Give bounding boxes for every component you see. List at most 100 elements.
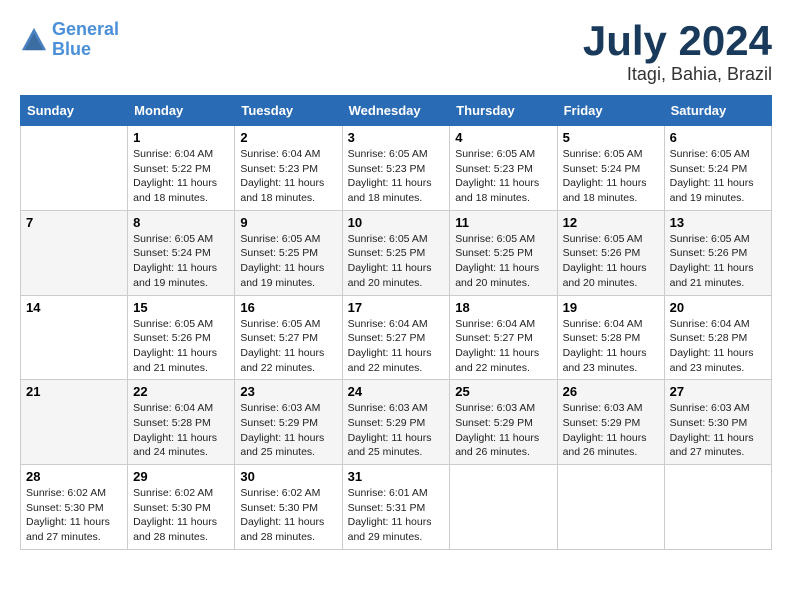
week-row-3: 14 15 Sunrise: 6:05 AMSunset: 5:26 PMDayli… [21,295,772,380]
calendar-cell [557,465,664,550]
header-wednesday: Wednesday [342,96,450,126]
day-number: 17 [348,300,445,315]
calendar-cell: 12 Sunrise: 6:05 AMSunset: 5:26 PMDayligh… [557,210,664,295]
day-number: 24 [348,384,445,399]
day-info: Sunrise: 6:02 AMSunset: 5:30 PMDaylight:… [240,486,336,545]
day-info: Sunrise: 6:05 AMSunset: 5:23 PMDaylight:… [348,147,445,206]
day-number: 21 [26,384,122,399]
calendar-cell: 22 Sunrise: 6:04 AMSunset: 5:28 PMDayligh… [128,380,235,465]
day-number: 14 [26,300,122,315]
calendar-cell: 29Sunrise: 6:02 AMSunset: 5:30 PMDayligh… [128,465,235,550]
header-sunday: Sunday [21,96,128,126]
day-number: 9 [240,215,336,230]
day-number: 7 [26,215,122,230]
day-number: 10 [348,215,445,230]
month-title: July 2024 [583,20,772,62]
calendar-cell [21,126,128,211]
day-number: 6 [670,130,766,145]
title-area: July 2024 Itagi, Bahia, Brazil [583,20,772,85]
day-info: Sunrise: 6:05 AMSunset: 5:24 PMDaylight:… [670,147,766,206]
day-info: Sunrise: 6:03 AMSunset: 5:29 PMDaylight:… [455,401,551,460]
calendar-cell: 18Sunrise: 6:04 AMSunset: 5:27 PMDayligh… [450,295,557,380]
day-info: Sunrise: 6:05 AMSunset: 5:25 PMDaylight:… [455,232,551,291]
calendar-cell: 20 Sunrise: 6:04 AMSunset: 5:28 PMDayligh… [664,295,771,380]
calendar-cell: 26Sunrise: 6:03 AMSunset: 5:29 PMDayligh… [557,380,664,465]
calendar-cell: 28 Sunrise: 6:02 AMSunset: 5:30 PMDayligh… [21,465,128,550]
day-info: Sunrise: 6:05 AMSunset: 5:25 PMDaylight:… [240,232,336,291]
day-info: Sunrise: 6:01 AMSunset: 5:31 PMDaylight:… [348,486,445,545]
day-number: 5 [563,130,659,145]
day-info: Sunrise: 6:03 AMSunset: 5:29 PMDaylight:… [348,401,445,460]
day-info: Sunrise: 6:04 AMSunset: 5:27 PMDaylight:… [455,317,551,376]
calendar-cell: 14 [21,295,128,380]
day-info: Sunrise: 6:04 AMSunset: 5:23 PMDaylight:… [240,147,336,206]
calendar-cell: 31 Sunrise: 6:01 AMSunset: 5:31 PMDayligh… [342,465,450,550]
calendar-cell: 23Sunrise: 6:03 AMSunset: 5:29 PMDayligh… [235,380,342,465]
day-number: 28 [26,469,122,484]
day-info: Sunrise: 6:04 AMSunset: 5:27 PMDaylight:… [348,317,445,376]
day-number: 1 [133,130,229,145]
page-header: General Blue July 2024 Itagi, Bahia, Bra… [20,20,772,85]
day-number: 23 [240,384,336,399]
calendar-cell: 17 Sunrise: 6:04 AMSunset: 5:27 PMDayligh… [342,295,450,380]
calendar-cell: 11 Sunrise: 6:05 AMSunset: 5:25 PMDayligh… [450,210,557,295]
day-number: 12 [563,215,659,230]
calendar-cell: 3 Sunrise: 6:05 AMSunset: 5:23 PMDaylight… [342,126,450,211]
day-info: Sunrise: 6:04 AMSunset: 5:28 PMDaylight:… [133,401,229,460]
calendar-cell: 1 Sunrise: 6:04 AMSunset: 5:22 PMDaylight… [128,126,235,211]
calendar-cell: 25Sunrise: 6:03 AMSunset: 5:29 PMDayligh… [450,380,557,465]
calendar-cell: 21 [21,380,128,465]
day-number: 2 [240,130,336,145]
calendar-cell: 9 Sunrise: 6:05 AMSunset: 5:25 PMDaylight… [235,210,342,295]
day-info: Sunrise: 6:05 AMSunset: 5:24 PMDaylight:… [133,232,229,291]
location-title: Itagi, Bahia, Brazil [583,64,772,85]
calendar-cell: 15 Sunrise: 6:05 AMSunset: 5:26 PMDayligh… [128,295,235,380]
logo-text: General Blue [52,20,119,60]
day-info: Sunrise: 6:04 AMSunset: 5:28 PMDaylight:… [670,317,766,376]
calendar-cell: 19 Sunrise: 6:04 AMSunset: 5:28 PMDayligh… [557,295,664,380]
logo: General Blue [20,20,119,60]
day-info: Sunrise: 6:02 AMSunset: 5:30 PMDaylight:… [133,486,229,545]
header-monday: Monday [128,96,235,126]
day-number: 26 [563,384,659,399]
day-number: 4 [455,130,551,145]
calendar-table: SundayMondayTuesdayWednesdayThursdayFrid… [20,95,772,550]
week-row-2: 78 Sunrise: 6:05 AMSunset: 5:24 PMDayligh… [21,210,772,295]
calendar-cell: 10 Sunrise: 6:05 AMSunset: 5:25 PMDayligh… [342,210,450,295]
day-info: Sunrise: 6:04 AMSunset: 5:22 PMDaylight:… [133,147,229,206]
calendar-cell: 27Sunrise: 6:03 AMSunset: 5:30 PMDayligh… [664,380,771,465]
day-number: 8 [133,215,229,230]
calendar-cell [450,465,557,550]
day-info: Sunrise: 6:05 AMSunset: 5:26 PMDaylight:… [670,232,766,291]
calendar-cell: 30 Sunrise: 6:02 AMSunset: 5:30 PMDayligh… [235,465,342,550]
day-info: Sunrise: 6:04 AMSunset: 5:28 PMDaylight:… [563,317,659,376]
day-info: Sunrise: 6:05 AMSunset: 5:26 PMDaylight:… [133,317,229,376]
week-row-1: 1 Sunrise: 6:04 AMSunset: 5:22 PMDaylight… [21,126,772,211]
calendar-cell: 8 Sunrise: 6:05 AMSunset: 5:24 PMDaylight… [128,210,235,295]
week-row-4: 21 22 Sunrise: 6:04 AMSunset: 5:28 PMDayli… [21,380,772,465]
calendar-cell: 6 Sunrise: 6:05 AMSunset: 5:24 PMDaylight… [664,126,771,211]
day-number: 31 [348,469,445,484]
day-number: 27 [670,384,766,399]
day-info: Sunrise: 6:05 AMSunset: 5:26 PMDaylight:… [563,232,659,291]
day-info: Sunrise: 6:05 AMSunset: 5:24 PMDaylight:… [563,147,659,206]
week-row-5: 28 Sunrise: 6:02 AMSunset: 5:30 PMDayligh… [21,465,772,550]
calendar-cell: 4 Sunrise: 6:05 AMSunset: 5:23 PMDaylight… [450,126,557,211]
day-number: 22 [133,384,229,399]
header-thursday: Thursday [450,96,557,126]
day-number: 20 [670,300,766,315]
day-info: Sunrise: 6:02 AMSunset: 5:30 PMDaylight:… [26,486,122,545]
calendar-cell: 5 Sunrise: 6:05 AMSunset: 5:24 PMDaylight… [557,126,664,211]
calendar-cell: 13 Sunrise: 6:05 AMSunset: 5:26 PMDayligh… [664,210,771,295]
day-number: 13 [670,215,766,230]
calendar-cell: 16Sunrise: 6:05 AMSunset: 5:27 PMDayligh… [235,295,342,380]
day-number: 15 [133,300,229,315]
day-info: Sunrise: 6:05 AMSunset: 5:25 PMDaylight:… [348,232,445,291]
day-info: Sunrise: 6:05 AMSunset: 5:23 PMDaylight:… [455,147,551,206]
calendar-header-row: SundayMondayTuesdayWednesdayThursdayFrid… [21,96,772,126]
day-number: 19 [563,300,659,315]
day-number: 3 [348,130,445,145]
header-saturday: Saturday [664,96,771,126]
day-number: 11 [455,215,551,230]
day-number: 30 [240,469,336,484]
